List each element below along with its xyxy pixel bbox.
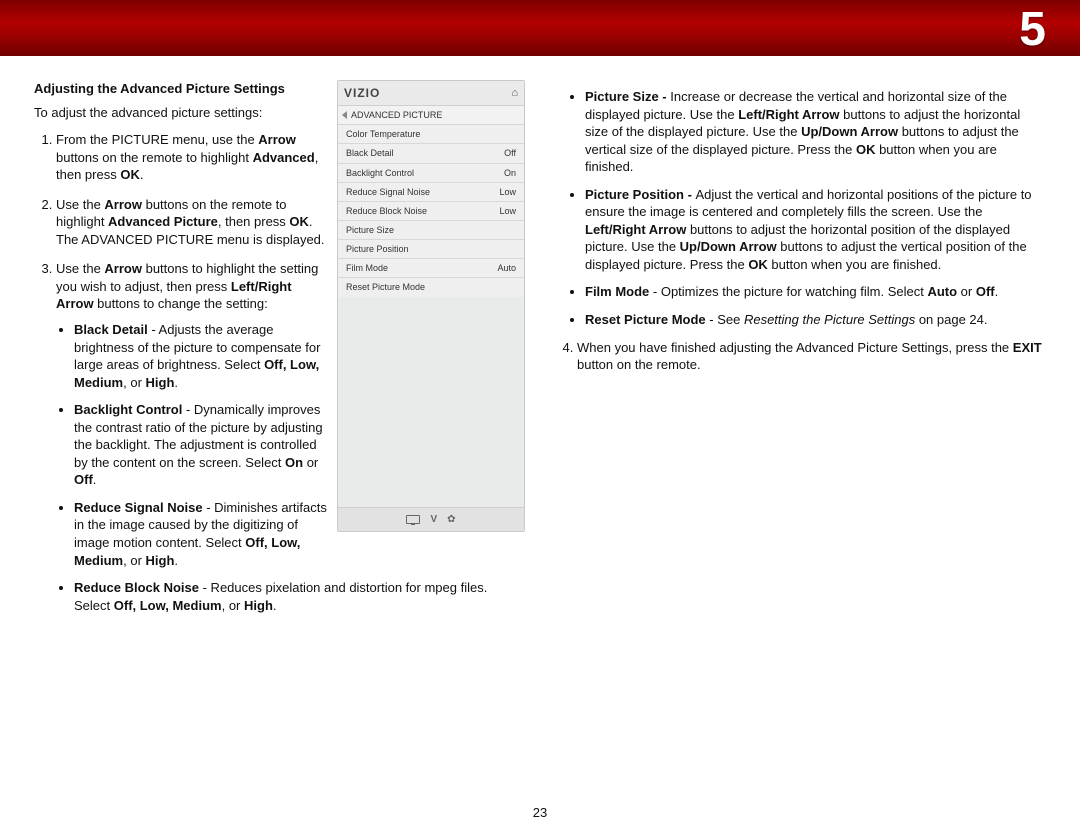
feature-bullets-right: Picture Size - Increase or decrease the … [555, 88, 1046, 329]
text: Use the [56, 261, 104, 276]
osd-menu-title: ADVANCED PICTURE [351, 109, 442, 121]
text: button on the remote. [577, 357, 701, 372]
back-icon [342, 111, 347, 119]
bold: Arrow [104, 261, 142, 276]
text: buttons on the remote to highlight [56, 150, 253, 165]
osd-menu-breadcrumb: ADVANCED PICTURE [338, 106, 524, 125]
bold: High [244, 598, 273, 613]
osd-menu-empty [338, 297, 524, 507]
text: . [93, 472, 97, 487]
text: . [273, 598, 277, 613]
osd-row-value: Auto [497, 262, 516, 274]
settings-icon: ✿ [447, 513, 455, 527]
bold: Advanced [253, 150, 315, 165]
bold: OK [120, 167, 140, 182]
osd-menu-row: Black Detail Off [338, 144, 524, 163]
osd-row-value: Low [499, 186, 516, 198]
bold: Picture Position - [585, 187, 696, 202]
osd-menu-row: Reduce Signal Noise Low [338, 183, 524, 202]
text: , then press [218, 214, 290, 229]
text: or [303, 455, 318, 470]
osd-row-label: Picture Size [346, 224, 394, 236]
bold: Advanced Picture [108, 214, 218, 229]
osd-row-label: Film Mode [346, 262, 388, 274]
osd-menu-header: VIZIO ⌂ [338, 81, 524, 106]
osd-menu-row: Reduce Block Noise Low [338, 202, 524, 221]
osd-row-label: Reset Picture Mode [346, 281, 425, 293]
v-icon: V [430, 513, 437, 527]
osd-row-label: Picture Position [346, 243, 409, 255]
vizio-logo: VIZIO [344, 85, 380, 101]
bold: Reset Picture Mode [585, 312, 706, 327]
text: From the PICTURE menu, use the [56, 132, 258, 147]
bullet-film-mode: Film Mode - Optimizes the picture for wa… [585, 283, 1046, 301]
tv-icon [406, 513, 420, 527]
osd-row-value: Off [504, 147, 516, 159]
bold: Off, Low, Medium [114, 598, 222, 613]
bold: Arrow [104, 197, 142, 212]
text: , or [123, 375, 145, 390]
text: , or [123, 553, 145, 568]
steps-continued: When you have finished adjusting the Adv… [555, 339, 1046, 374]
bold: Reduce Signal Noise [74, 500, 203, 515]
osd-row-value: Low [499, 205, 516, 217]
bold: On [285, 455, 303, 470]
bold: OK [289, 214, 309, 229]
bold: Arrow [258, 132, 296, 147]
bold: High [146, 553, 175, 568]
text: . [140, 167, 144, 182]
osd-menu-row: Reset Picture Mode [338, 278, 524, 296]
header-gradient [0, 0, 1080, 56]
text: . [174, 553, 178, 568]
osd-menu-row: Film Mode Auto [338, 259, 524, 278]
home-icon: ⌂ [511, 86, 518, 101]
bullet-reset-picture-mode: Reset Picture Mode - See Resetting the P… [585, 311, 1046, 329]
text: Use the [56, 197, 104, 212]
text: When you have finished adjusting the Adv… [577, 340, 1013, 355]
right-column: Picture Size - Increase or decrease the … [555, 80, 1046, 794]
osd-row-label: Color Temperature [346, 128, 420, 140]
bold: Picture Size - [585, 89, 670, 104]
osd-row-label: Reduce Signal Noise [346, 186, 430, 198]
bold: Off [74, 472, 93, 487]
osd-menu-footer: V ✿ [338, 507, 524, 532]
osd-menu-row: Backlight Control On [338, 164, 524, 183]
bullet-reduce-block-noise: Reduce Block Noise - Reduces pixelation … [74, 579, 521, 614]
osd-menu-row: Picture Position [338, 240, 524, 259]
bullet-picture-position: Picture Position - Adjust the vertical a… [585, 186, 1046, 274]
text: buttons to change the setting: [94, 296, 268, 311]
osd-row-value: On [504, 167, 516, 179]
osd-row-label: Black Detail [346, 147, 394, 159]
osd-menu-illustration: VIZIO ⌂ ADVANCED PICTURE Color Temperatu… [337, 80, 525, 532]
bold: High [146, 375, 175, 390]
text: , or [222, 598, 244, 613]
left-column: VIZIO ⌂ ADVANCED PICTURE Color Temperatu… [34, 80, 525, 794]
bold: Film Mode [585, 284, 649, 299]
bold: EXIT [1013, 340, 1042, 355]
content: VIZIO ⌂ ADVANCED PICTURE Color Temperatu… [34, 80, 1046, 794]
bullet-picture-size: Picture Size - Increase or decrease the … [585, 88, 1046, 176]
osd-menu-list: Color Temperature Black Detail Off Backli… [338, 125, 524, 296]
step-4: When you have finished adjusting the Adv… [577, 339, 1046, 374]
bold: Black Detail [74, 322, 148, 337]
seg-container: - Optimizes the picture for watching fil… [649, 284, 998, 299]
seg-container: - See Resetting the Picture Settings on … [706, 312, 988, 327]
osd-row-label: Backlight Control [346, 167, 414, 179]
chapter-number: 5 [1019, 6, 1046, 54]
chapter-header: 5 [0, 0, 1080, 56]
osd-menu-row: Picture Size [338, 221, 524, 240]
bold: Reduce Block Noise [74, 580, 199, 595]
text: . [174, 375, 178, 390]
osd-menu-row: Color Temperature [338, 125, 524, 144]
osd-row-label: Reduce Block Noise [346, 205, 427, 217]
bold: Backlight Control [74, 402, 182, 417]
page-number: 23 [533, 805, 547, 820]
